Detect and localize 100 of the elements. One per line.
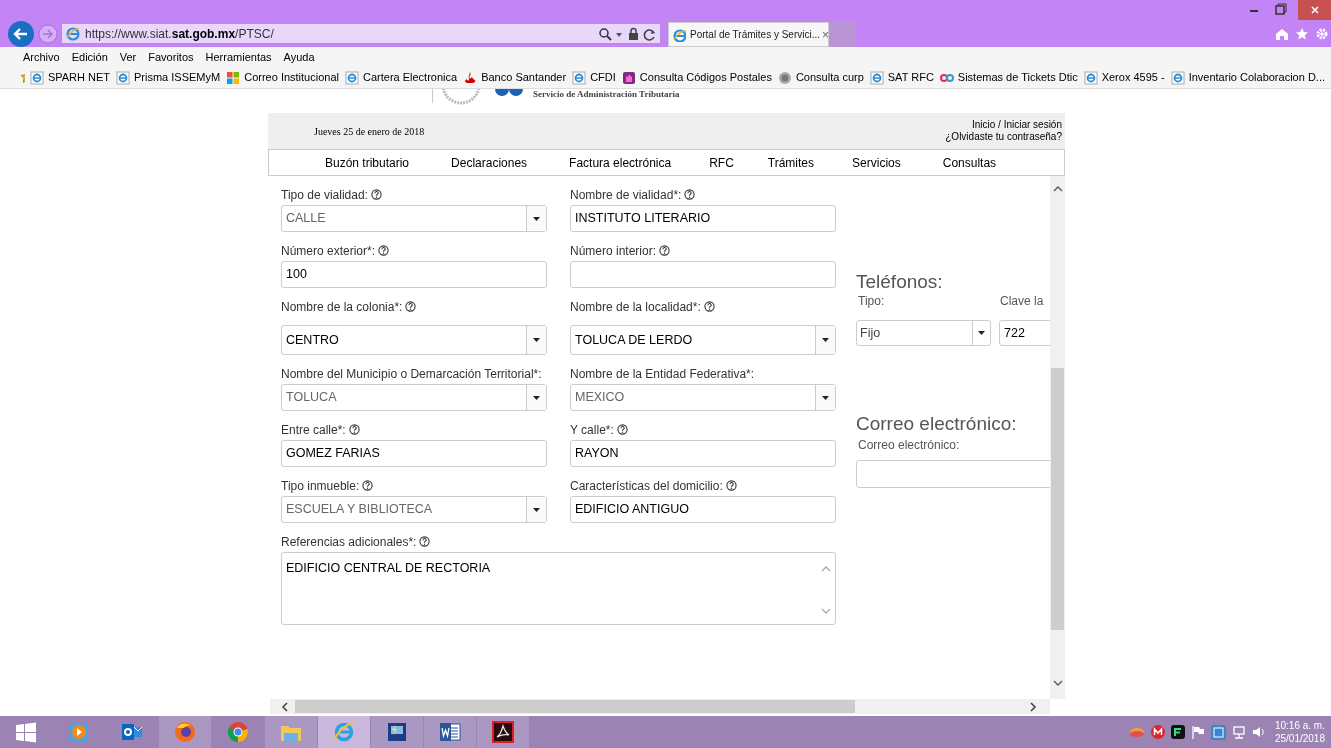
favorite-link[interactable]: SAT RFC [869, 69, 934, 86]
nav-link[interactable]: Servicios [852, 153, 901, 172]
nav-link[interactable]: Factura electrónica [569, 153, 672, 172]
bookmark-icon [777, 70, 792, 85]
favorite-link[interactable]: Cartera Electronica [345, 69, 458, 86]
scroll-up-icon[interactable] [1052, 184, 1064, 194]
favorite-link[interactable]: Prisma ISSEMyM [116, 69, 221, 86]
bookmark-icon [572, 70, 587, 85]
caret-icon [533, 338, 540, 342]
app-icon [385, 720, 409, 744]
text-field[interactable]: RAYON [570, 440, 836, 467]
text-field[interactable]: GOMEZ FARIAS [281, 440, 547, 467]
field-label: Nombre de la Entidad Federativa*: [570, 368, 755, 381]
taskbar-button[interactable] [477, 716, 529, 748]
text-field[interactable]: 100 [281, 261, 547, 288]
back-button[interactable] [8, 20, 34, 47]
field-label: Número exterior*: [281, 245, 390, 258]
text-field[interactable] [570, 261, 836, 288]
favorite-link[interactable]: Sistemas de Tickets Dtic [939, 69, 1078, 86]
forgot-password-link[interactable]: ¿Olvidaste tu contraseña? [945, 131, 1062, 143]
field-label: Tipo inmueble: [281, 480, 374, 493]
refresh-icon[interactable] [643, 26, 657, 41]
volume-icon[interactable] [1251, 725, 1265, 739]
section-heading: Correo electrónico: [856, 414, 1018, 434]
scroll-left-icon[interactable] [280, 701, 290, 713]
bookmark-icon [1170, 70, 1185, 85]
bookmark-icon [226, 70, 241, 85]
login-link[interactable]: Inicio / Iniciar sesión [971, 119, 1062, 131]
nav-link[interactable]: Declaraciones [451, 153, 528, 172]
help-icon[interactable] [684, 189, 696, 200]
tab-close-button[interactable]: × [822, 28, 830, 41]
restore-icon[interactable] [1272, 1, 1288, 17]
dropdown[interactable]: TOLUCA DE LERDO [570, 325, 836, 355]
taskbar-button[interactable] [159, 716, 211, 748]
help-icon[interactable] [616, 424, 628, 435]
browser-tab[interactable]: Portal de Trámites y Servici... × [668, 22, 829, 47]
nav-link[interactable]: Buzón tributario [325, 153, 410, 172]
text-field[interactable]: INSTITUTO LITERARIO [570, 205, 836, 232]
vertical-scrollbar[interactable] [1050, 176, 1065, 699]
favorite-link[interactable]: CFDI [572, 69, 616, 86]
flag-icon[interactable] [1190, 725, 1205, 739]
menu-item[interactable]: Herramientas [205, 48, 272, 66]
help-icon[interactable] [703, 301, 715, 312]
scroll-right-icon[interactable] [1028, 701, 1038, 713]
favorite-link[interactable]: SPARH NET [29, 69, 110, 86]
seal-logo-icon [439, 89, 483, 105]
favorite-link[interactable]: Banco Santander [463, 69, 567, 86]
caret-icon [533, 507, 540, 512]
field-label: Tipo: [858, 293, 886, 310]
field-label: Tipo de vialidad: [281, 189, 382, 202]
scrollbar-thumb[interactable] [1051, 368, 1064, 630]
text-field[interactable] [856, 460, 1050, 488]
favorite-link[interactable]: Inventario Colaboracion D... [1170, 69, 1325, 86]
star-icon[interactable] [1295, 26, 1309, 41]
nav-link[interactable]: Trámites [767, 153, 815, 172]
text-area[interactable]: EDIFICIO CENTRAL DE RECTORIA [281, 552, 836, 625]
field-label: Entre calle*: [281, 424, 360, 437]
network-icon[interactable] [1231, 725, 1246, 739]
tray-icon[interactable] [1150, 725, 1165, 739]
dropdown[interactable]: CENTRO [281, 325, 547, 355]
help-icon[interactable] [405, 301, 417, 312]
search-icon[interactable] [598, 26, 612, 41]
favorite-link[interactable]: Xerox 4595 - [1083, 69, 1165, 86]
menu-item[interactable]: Ayuda [283, 48, 315, 66]
field-label: Características del domicilio: [570, 480, 737, 493]
date-text: Jueves 25 de enero de 2018 [314, 124, 425, 139]
favorite-link[interactable]: Consulta curp [777, 69, 864, 86]
settings-icon[interactable] [1315, 26, 1329, 41]
scroll-down-icon[interactable] [1052, 678, 1064, 688]
help-icon[interactable] [419, 536, 431, 547]
text-field[interactable]: EDIFICIO ANTIGUO [570, 496, 836, 523]
tab-title: Portal de Trámites y Servici... [690, 28, 821, 42]
address-bar[interactable]: https://www.siat.sat.gob.mx/PTSC/ [61, 23, 661, 44]
close-button[interactable] [1298, 0, 1331, 20]
scrollbar-thumb[interactable] [295, 700, 855, 713]
bookmark-icon [29, 70, 44, 85]
favorite-link[interactable]: Correo Institucional [226, 69, 339, 86]
bookmark-icon [1083, 70, 1098, 85]
menu-item[interactable]: Archivo [23, 48, 60, 66]
field-label: Nombre del Municipio o Demarcación Territorial*: [281, 368, 542, 381]
favorite-link[interactable]: Consulta Códigos Postales [621, 69, 772, 86]
close-icon [1308, 4, 1321, 16]
menu-item[interactable]: Edición [71, 48, 108, 66]
home-icon[interactable] [1275, 26, 1289, 41]
horizontal-scrollbar[interactable] [270, 699, 1050, 714]
url-text: https://www.siat.sat.gob.mx/PTSC/ [85, 25, 274, 43]
help-icon[interactable] [348, 424, 360, 435]
tray-icon[interactable] [1170, 725, 1185, 739]
help-icon[interactable] [725, 480, 737, 491]
help-icon[interactable] [659, 245, 671, 256]
app-icon [438, 720, 462, 744]
nav-link[interactable]: Consultas [942, 153, 997, 172]
dropdown[interactable]: Fijo [856, 320, 991, 346]
taskbar-button[interactable] [424, 716, 476, 748]
lock-icon [627, 26, 640, 41]
nav-link[interactable]: RFC [709, 153, 734, 172]
taskbar-button[interactable] [371, 716, 423, 748]
menu-item[interactable]: Ver [119, 48, 137, 66]
help-icon[interactable] [378, 245, 390, 256]
menu-item[interactable]: Favoritos [148, 48, 194, 66]
